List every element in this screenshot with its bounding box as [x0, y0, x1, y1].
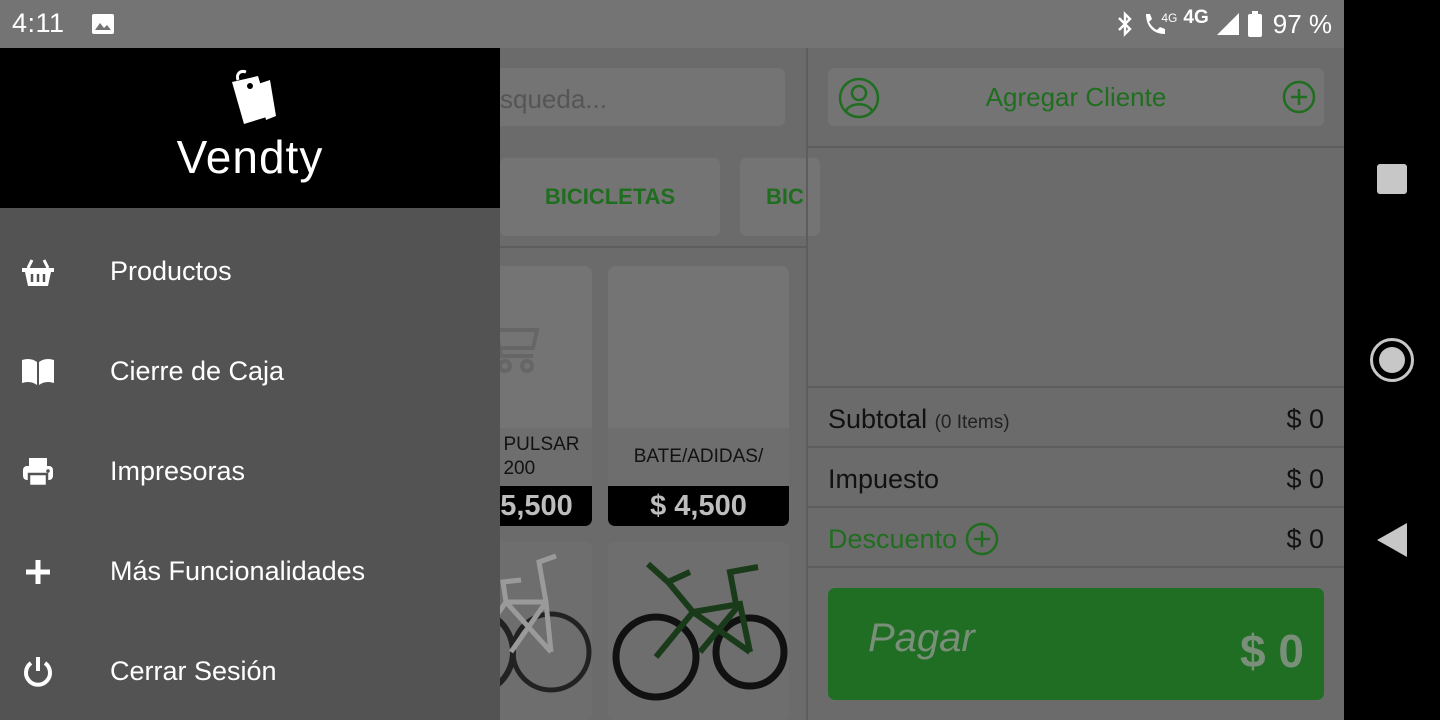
menu-label: Impresoras — [110, 456, 246, 486]
search-placeholder: squeda... — [500, 84, 607, 114]
book-icon — [18, 352, 58, 392]
menu-label: Productos — [110, 256, 232, 286]
navigation-drawer: Vendty Productos Cierre de Caja Impresor… — [0, 48, 500, 720]
battery-percent: 97 % — [1272, 8, 1332, 39]
printer-icon — [18, 452, 58, 492]
brand-name: Vendty — [176, 131, 324, 183]
discount-row[interactable]: Descuento $ 0 — [828, 510, 1324, 568]
tax-value: $ 0 — [1286, 463, 1324, 494]
basket-icon — [18, 252, 58, 292]
bluetooth-icon — [1118, 11, 1133, 37]
subtotal-label-group: Subtotal (0 Items) — [828, 404, 1010, 435]
bicycle-image — [612, 561, 788, 701]
drawer-header: Vendty — [0, 48, 500, 208]
plus-icon — [18, 552, 58, 592]
menu-label: Más Funcionalidades — [110, 556, 366, 586]
category-label: BIC — [766, 184, 804, 209]
network-label: 4G — [1183, 7, 1209, 28]
panel-divider — [806, 48, 808, 720]
status-bar: 4:11 4G 4G 97 % — [0, 0, 1344, 48]
product-name: BATE/ADIDAS/ — [608, 428, 789, 486]
divider — [808, 566, 1344, 568]
power-icon — [18, 652, 58, 692]
home-button[interactable] — [1370, 338, 1414, 382]
product-price-text: 5,500 — [500, 489, 573, 522]
discount-label-group: Descuento — [828, 522, 999, 556]
category-tab-next[interactable]: BIC — [740, 158, 820, 236]
add-client-button[interactable]: Agregar Cliente — [828, 68, 1324, 126]
menu-item-productos[interactable]: Productos — [0, 222, 500, 322]
product-image — [608, 266, 789, 428]
menu-item-mas-funcionalidades[interactable]: Más Funcionalidades — [0, 522, 500, 622]
items-count: (0 Items) — [934, 411, 1010, 433]
add-client-label: Agregar Cliente — [985, 82, 1167, 112]
status-time: 4:11 — [12, 8, 65, 38]
image-notification-icon — [92, 14, 114, 34]
discount-label: Descuento — [828, 523, 958, 554]
battery-icon — [1247, 11, 1262, 37]
divider — [808, 386, 1344, 388]
subtotal-row: Subtotal (0 Items) $ 0 — [828, 390, 1324, 448]
divider — [808, 446, 1344, 448]
menu-item-cerrar-sesion[interactable]: Cerrar Sesión — [0, 622, 500, 720]
back-button[interactable] — [1377, 523, 1407, 557]
product-name-line1: PULSAR — [503, 434, 580, 456]
category-label: BICICLETAS — [544, 184, 676, 209]
pay-amount: $ 0 — [1240, 625, 1304, 677]
add-circle-icon — [1282, 80, 1316, 114]
pay-button[interactable]: Pagar $ 0 — [828, 588, 1324, 700]
category-tab-bicicletas[interactable]: BICICLETAS — [500, 158, 720, 236]
product-card[interactable]: BATE/ADIDAS/ $ 4,500 — [608, 266, 789, 526]
discount-value: $ 0 — [1286, 523, 1324, 554]
tax-row: Impuesto $ 0 — [828, 450, 1324, 508]
subtotal-label: Subtotal — [828, 403, 928, 434]
system-navigation-bar — [1344, 0, 1440, 720]
recents-button[interactable] — [1377, 164, 1407, 194]
signal-icon — [1216, 13, 1239, 35]
menu-label: Cierre de Caja — [110, 356, 285, 386]
menu-item-cierre-de-caja[interactable]: Cierre de Caja — [0, 322, 500, 422]
vendty-logo-icon — [232, 70, 276, 124]
tax-label: Impuesto — [828, 463, 940, 494]
menu-item-impresoras[interactable]: Impresoras — [0, 422, 500, 522]
status-icons: 4G 4G 97 % — [1115, 6, 1332, 42]
subtotal-value: $ 0 — [1286, 403, 1324, 434]
product-price: $ 4,500 — [608, 486, 789, 526]
divider — [808, 146, 1344, 148]
product-card-bike[interactable] — [608, 542, 789, 720]
add-discount-icon[interactable] — [965, 522, 999, 556]
divider — [808, 506, 1344, 508]
product-name-line2: 200 — [503, 458, 536, 479]
network-label-small: 4G — [1161, 11, 1178, 25]
menu-label: Cerrar Sesión — [110, 656, 277, 686]
pay-label: Pagar — [868, 616, 975, 660]
